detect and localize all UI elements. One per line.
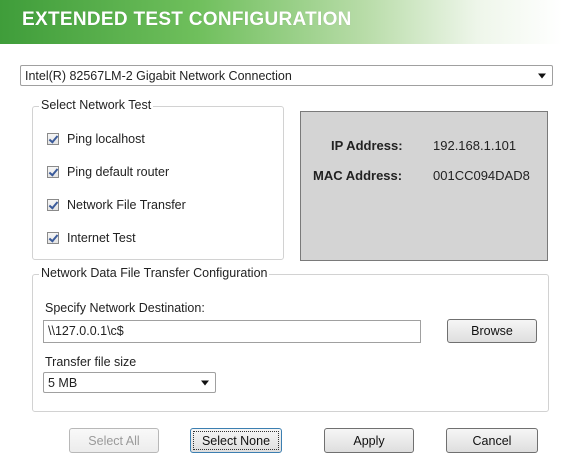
chevron-down-icon: [201, 380, 209, 385]
chevron-down-icon: [538, 73, 546, 78]
network-adapter-value: Intel(R) 82567LM-2 Gigabit Network Conne…: [25, 68, 292, 83]
file-transfer-group: Network Data File Transfer Configuration…: [32, 266, 549, 412]
page-title: EXTENDED TEST CONFIGURATION: [22, 9, 352, 30]
destination-label: Specify Network Destination:: [45, 301, 205, 315]
ping-localhost-option[interactable]: Ping localhost: [47, 132, 145, 146]
ping-default-router-checkbox[interactable]: [47, 166, 59, 178]
transfer-size-value: 5 MB: [48, 375, 78, 390]
ping-localhost-checkbox[interactable]: [47, 133, 59, 145]
select-all-button[interactable]: Select All: [69, 428, 159, 453]
apply-button[interactable]: Apply: [324, 428, 414, 453]
internet-test-label: Internet Test: [67, 231, 136, 245]
mac-address-label: MAC Address:: [313, 168, 403, 183]
browse-button[interactable]: Browse: [447, 319, 537, 343]
network-test-group: Select Network Test Ping localhost Ping …: [32, 98, 284, 260]
internet-test-checkbox[interactable]: [47, 232, 59, 244]
transfer-size-dropdown[interactable]: 5 MB: [43, 372, 216, 393]
adapter-info-panel: IP Address: 192.168.1.101 MAC Address: 0…: [300, 111, 548, 261]
ip-address-value: 192.168.1.101: [433, 138, 517, 153]
ping-default-router-label: Ping default router: [67, 165, 170, 179]
network-test-group-label: Select Network Test: [39, 98, 154, 112]
ip-address-label: IP Address:: [331, 138, 403, 153]
network-file-transfer-option[interactable]: Network File Transfer: [47, 198, 186, 212]
destination-input[interactable]: \\127.0.0.1\c$: [43, 320, 421, 343]
cancel-button[interactable]: Cancel: [446, 428, 538, 453]
title-banner: EXTENDED TEST CONFIGURATION: [0, 0, 562, 44]
select-none-button[interactable]: Select None: [190, 428, 282, 453]
internet-test-option[interactable]: Internet Test: [47, 231, 136, 245]
file-transfer-group-label: Network Data File Transfer Configuration: [39, 266, 270, 280]
ping-localhost-label: Ping localhost: [67, 132, 145, 146]
mac-address-value: 001CC094DAD8: [433, 168, 530, 183]
ping-default-router-option[interactable]: Ping default router: [47, 165, 169, 179]
network-file-transfer-label: Network File Transfer: [67, 198, 186, 212]
transfer-size-label: Transfer file size: [45, 355, 137, 369]
network-adapter-dropdown[interactable]: Intel(R) 82567LM-2 Gigabit Network Conne…: [20, 65, 553, 86]
network-file-transfer-checkbox[interactable]: [47, 199, 59, 211]
